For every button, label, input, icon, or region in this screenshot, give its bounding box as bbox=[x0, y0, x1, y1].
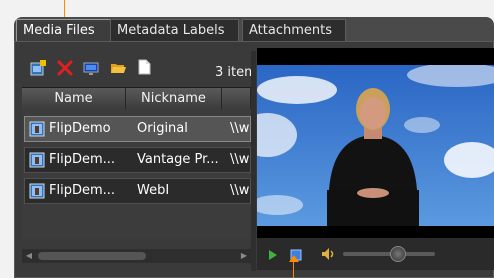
file-name: FlipDem... bbox=[49, 183, 116, 198]
file-name: FlipDemo bbox=[49, 121, 111, 136]
file-path: \\w bbox=[230, 183, 250, 198]
horizontal-scrollbar[interactable]: ◀ ▶ bbox=[22, 249, 251, 263]
tab-metadata-labels[interactable]: Metadata Labels bbox=[110, 19, 239, 41]
tab-attachments[interactable]: Attachments bbox=[242, 19, 346, 41]
volume-slider[interactable] bbox=[343, 252, 435, 256]
media-file-icon bbox=[29, 121, 45, 137]
file-nickname: WebI bbox=[137, 183, 170, 198]
list-item[interactable]: FlipDem... Vantage Pr... \\w bbox=[24, 147, 251, 173]
tab-strip: Media Files Metadata Labels Attachments bbox=[14, 17, 494, 41]
new-document-icon[interactable] bbox=[136, 59, 152, 75]
file-path: \\w bbox=[230, 152, 250, 167]
monitor-icon[interactable] bbox=[83, 60, 99, 76]
file-path: \\w bbox=[230, 121, 250, 136]
add-media-icon[interactable] bbox=[29, 59, 47, 77]
tab-media-files[interactable]: Media Files bbox=[16, 19, 122, 41]
column-header-path[interactable] bbox=[222, 88, 251, 109]
scrollbar-thumb[interactable] bbox=[38, 252, 146, 260]
file-nickname: Original bbox=[137, 121, 188, 136]
media-file-list: Name Nickname FlipDemo Original \\w Flip… bbox=[22, 87, 251, 238]
column-header-nickname[interactable]: Nickname bbox=[126, 88, 222, 109]
list-item[interactable]: FlipDem... WebI \\w bbox=[24, 178, 251, 204]
volume-icon[interactable] bbox=[321, 247, 337, 261]
video-preview bbox=[257, 48, 494, 238]
scroll-left-icon[interactable]: ◀ bbox=[22, 249, 36, 263]
callout-line-bottom bbox=[293, 262, 294, 278]
file-name: FlipDem... bbox=[49, 152, 116, 167]
media-file-icon bbox=[29, 183, 45, 199]
pane-splitter[interactable] bbox=[251, 51, 256, 271]
open-folder-icon[interactable] bbox=[110, 60, 126, 76]
column-header-name[interactable]: Name bbox=[22, 88, 126, 109]
scroll-right-icon[interactable]: ▶ bbox=[237, 249, 251, 263]
file-nickname: Vantage Pr... bbox=[137, 152, 219, 167]
list-item[interactable]: FlipDemo Original \\w bbox=[24, 116, 251, 142]
video-frame bbox=[257, 65, 494, 226]
volume-slider-thumb[interactable] bbox=[390, 246, 407, 262]
media-file-icon bbox=[29, 152, 45, 168]
play-icon[interactable] bbox=[268, 249, 278, 261]
callout-arrow-bottom bbox=[289, 255, 299, 262]
delete-icon[interactable] bbox=[57, 60, 73, 76]
